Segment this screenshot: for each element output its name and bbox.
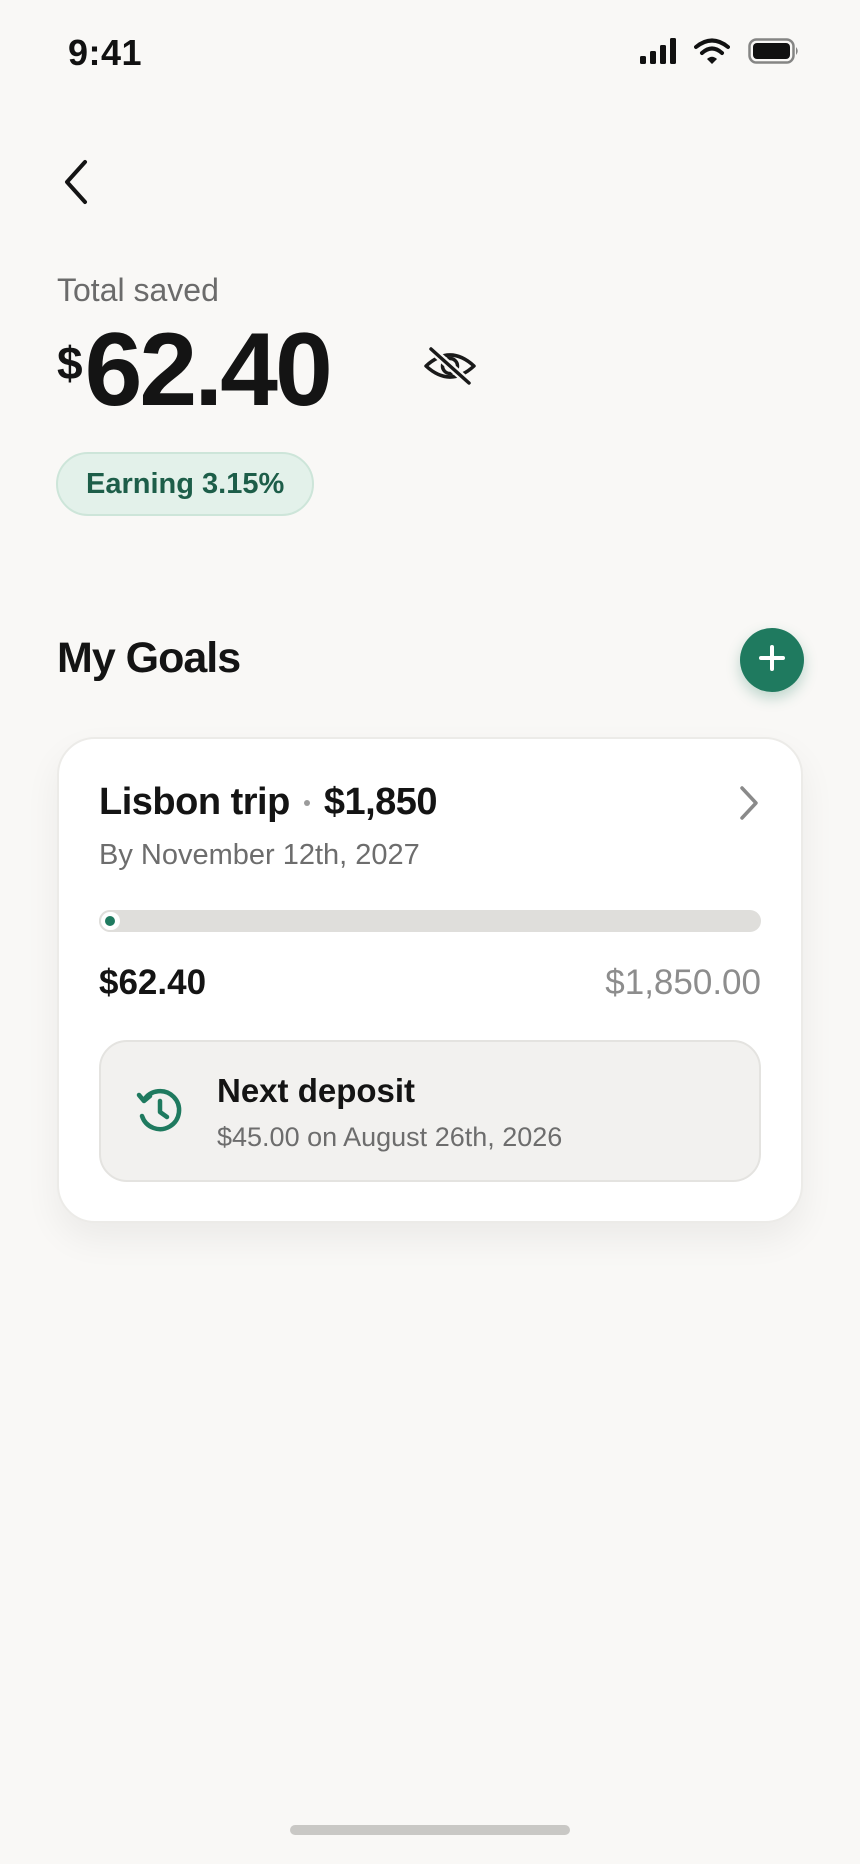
progress-indicator-dot: [105, 916, 116, 926]
balance-currency-symbol: $: [57, 337, 83, 389]
goal-card[interactable]: Lisbon trip $1,850 By November 12th, 202…: [57, 737, 803, 1223]
back-button[interactable]: [50, 158, 102, 210]
goal-progress-bar: [99, 910, 761, 932]
status-icons: [640, 38, 800, 69]
next-deposit-detail: $45.00 on August 26th, 2026: [217, 1122, 563, 1152]
history-clock-icon: [135, 1086, 185, 1136]
section-title-my-goals: My Goals: [57, 634, 241, 682]
goal-target-amount: $1,850.00: [605, 963, 761, 1002]
battery-icon: [748, 38, 800, 69]
goal-target-short: $1,850: [323, 781, 438, 823]
total-balance: $ 62.40: [57, 312, 333, 428]
goal-progress-fill: [99, 910, 122, 932]
separator-dot: [303, 799, 310, 806]
goal-name: Lisbon trip: [99, 781, 290, 823]
goal-due-date: By November 12th, 2027: [99, 839, 420, 871]
goal-open-button[interactable]: [731, 783, 767, 827]
hide-balance-button[interactable]: [420, 344, 480, 392]
next-deposit-title: Next deposit: [217, 1072, 416, 1109]
total-saved-label: Total saved: [57, 272, 219, 308]
add-goal-button[interactable]: [740, 628, 804, 692]
chevron-left-icon: [61, 159, 91, 210]
plus-icon: [758, 644, 786, 677]
next-deposit-panel[interactable]: Next deposit $45.00 on August 26th, 2026: [99, 1040, 761, 1182]
earning-rate-badge: Earning 3.15%: [56, 452, 315, 516]
chevron-right-icon: [738, 784, 760, 827]
cellular-signal-icon: [640, 38, 676, 69]
goal-saved-amount: $62.40: [99, 963, 207, 1002]
status-time: 9:41: [68, 32, 143, 73]
eye-slash-icon: [423, 344, 477, 393]
wifi-icon: [694, 38, 730, 69]
status-bar: 9:41: [0, 0, 860, 110]
home-indicator[interactable]: [290, 1825, 570, 1835]
balance-amount: 62.40: [84, 312, 333, 428]
goal-header: Lisbon trip $1,850: [99, 781, 438, 824]
